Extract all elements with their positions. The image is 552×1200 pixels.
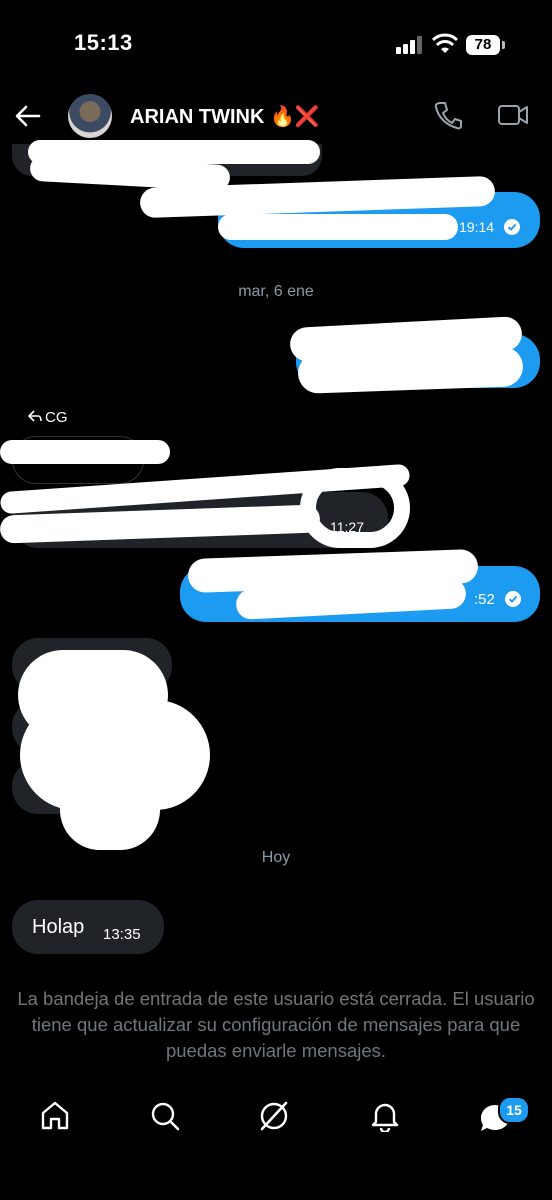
battery-cap	[502, 41, 505, 49]
contact-name[interactable]: ARIAN TWINK 🔥❌	[130, 104, 320, 129]
grok-icon[interactable]	[258, 1100, 290, 1132]
message-timestamp: 19:14	[459, 219, 495, 235]
redaction-scribble	[218, 214, 458, 240]
phone-call-icon[interactable]	[433, 100, 463, 130]
search-icon[interactable]	[150, 1100, 180, 1132]
message-timestamp: 11:27	[330, 519, 364, 535]
redaction-scribble	[0, 440, 170, 464]
cellular-signal-icon	[396, 36, 424, 54]
inbox-closed-notice: La bandeja de entrada de este usuario es…	[17, 988, 535, 1061]
home-icon[interactable]	[40, 1100, 70, 1132]
message-timestamp: 13:35	[103, 926, 141, 943]
redaction-scribble	[297, 346, 524, 394]
date-separator: Hoy	[261, 849, 291, 866]
wifi-icon	[432, 33, 458, 53]
date-separator: mar, 6 ene	[238, 283, 314, 300]
read-receipt-check-icon	[505, 591, 521, 607]
reply-label: CG	[45, 409, 68, 426]
reply-arrow-icon	[28, 410, 42, 422]
redaction-scribble-loop	[300, 468, 410, 548]
redaction-scribble	[60, 770, 160, 850]
battery-indicator: 78	[466, 35, 500, 55]
video-call-icon[interactable]	[497, 102, 529, 128]
back-arrow-icon[interactable]	[14, 102, 42, 130]
message-timestamp: :52	[474, 591, 495, 608]
status-time: 15:13	[74, 30, 133, 55]
avatar[interactable]	[68, 94, 112, 138]
message-text: Holap	[32, 916, 85, 938]
notifications-bell-icon[interactable]	[370, 1100, 400, 1132]
read-receipt-check-icon	[504, 219, 520, 235]
messages-badge: 15	[498, 1096, 530, 1124]
